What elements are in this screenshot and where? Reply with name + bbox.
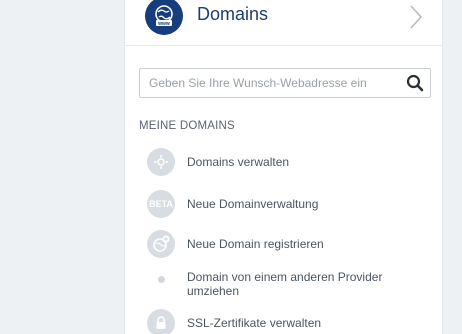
svg-text:www: www xyxy=(157,21,170,27)
domains-panel: www Domains MEINE DOMAINS xyxy=(124,0,443,334)
beta-badge-icon: BETA xyxy=(147,190,175,218)
globe-plus-icon xyxy=(147,230,175,258)
domains-header[interactable]: www Domains xyxy=(125,0,442,46)
page-title: Domains xyxy=(197,4,269,24)
menu-item-label: Neue Domainverwaltung xyxy=(187,197,319,211)
chevron-right-icon[interactable] xyxy=(406,4,426,30)
gear-globe-icon xyxy=(147,148,175,176)
menu-item-label: Domains verwalten xyxy=(187,155,290,169)
domain-search-box xyxy=(139,68,431,98)
menu-item-label: Domain von einem anderen Provider umzieh… xyxy=(187,270,383,298)
ssl-lock-icon xyxy=(147,309,175,334)
menu-item-label: Neue Domain registrieren xyxy=(187,237,324,251)
bullet-icon xyxy=(158,276,165,283)
globe-www-icon: www xyxy=(145,0,183,35)
section-title-my-domains: MEINE DOMAINS xyxy=(139,120,235,132)
beta-badge-text: BETA xyxy=(149,199,173,209)
domain-search-input[interactable] xyxy=(140,69,400,97)
menu-item-label: SSL-Zertifikate verwalten xyxy=(187,316,322,330)
search-icon[interactable] xyxy=(406,74,424,92)
